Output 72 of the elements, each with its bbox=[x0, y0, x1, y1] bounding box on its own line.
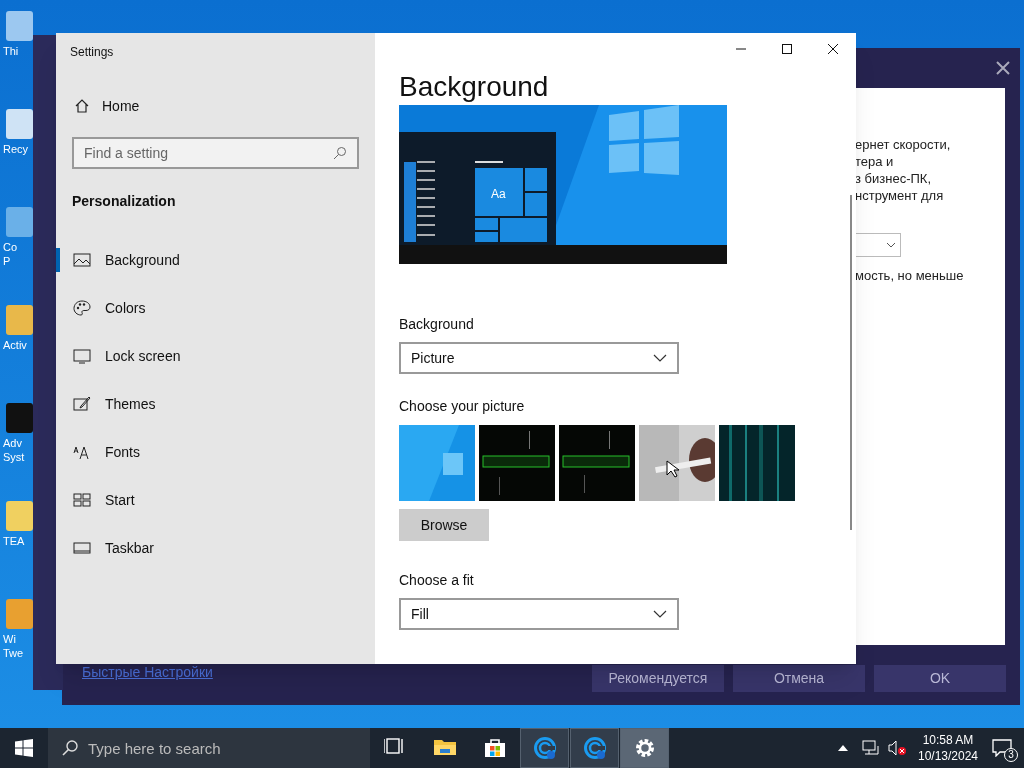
home-nav-item[interactable]: Home bbox=[56, 83, 375, 129]
brush-icon bbox=[73, 396, 91, 412]
search-icon bbox=[62, 740, 78, 756]
search-field[interactable]: Type here to search bbox=[48, 728, 370, 768]
desktop-icon bbox=[3, 498, 33, 534]
nav-item[interactable]: Lock screen bbox=[56, 332, 375, 380]
desktop-icon-label[interactable]: Activ bbox=[3, 338, 27, 352]
desktop-icon-label[interactable]: TEA bbox=[3, 534, 25, 548]
nav-item[interactable]: Fonts bbox=[56, 428, 375, 476]
message-icon bbox=[992, 739, 1012, 757]
desktop-icon bbox=[3, 204, 33, 240]
body-text: нструмент для bbox=[855, 187, 945, 204]
dropdown[interactable]: Fill bbox=[399, 598, 679, 630]
notification-count: 3 bbox=[1004, 748, 1018, 762]
search-icon bbox=[333, 146, 347, 160]
network-icon bbox=[862, 740, 880, 756]
body-text: тера и bbox=[855, 153, 895, 170]
desktop-icon-label[interactable]: Thi bbox=[3, 44, 19, 58]
desktop-icon bbox=[3, 8, 33, 44]
close-icon bbox=[828, 44, 838, 54]
scrollbar[interactable] bbox=[850, 195, 852, 530]
nav-item[interactable]: Themes bbox=[56, 380, 375, 428]
app-c-icon bbox=[533, 737, 556, 759]
desktop-icon-label[interactable]: Recy bbox=[3, 142, 29, 156]
browse-button[interactable]: Browse bbox=[399, 509, 489, 541]
search-field[interactable]: Find a setting bbox=[72, 137, 359, 169]
clock-date: 10/13/2024 bbox=[917, 748, 979, 764]
body-text: мость, но меньше bbox=[855, 267, 965, 284]
close-icon bbox=[996, 61, 1010, 75]
chevron-down-icon bbox=[653, 354, 667, 362]
field-label: Choose your picture bbox=[399, 397, 526, 416]
nav-item[interactable]: Taskbar bbox=[56, 524, 375, 572]
picture-icon bbox=[73, 252, 91, 268]
start-icon bbox=[73, 492, 91, 508]
caret-up-icon bbox=[838, 745, 848, 751]
chevron-down-icon bbox=[886, 242, 896, 248]
body-text: ернет скорости, bbox=[855, 136, 952, 153]
body-text: з бизнес-ПК, bbox=[855, 170, 932, 187]
sample-text: Aa bbox=[491, 186, 506, 203]
muted-speaker-icon bbox=[888, 740, 906, 756]
fonts-icon bbox=[73, 444, 91, 460]
dialog-button[interactable]: Отмена bbox=[733, 665, 865, 692]
desktop-icon-label[interactable]: Adv Syst bbox=[3, 436, 25, 464]
window-title: Settings bbox=[69, 44, 115, 61]
desktop-icon bbox=[3, 400, 33, 436]
desktop-icon bbox=[3, 596, 33, 632]
dialog-button[interactable]: Рекомендуется bbox=[592, 665, 724, 692]
field-label: Background bbox=[399, 315, 475, 334]
app-c-icon bbox=[583, 737, 606, 759]
windows-icon bbox=[15, 739, 33, 757]
clock-time: 10:58 AM bbox=[922, 732, 974, 748]
maximize-icon bbox=[782, 44, 792, 54]
desktop-icon bbox=[3, 302, 33, 338]
nav-item[interactable]: Start bbox=[56, 476, 375, 524]
desktop-icon bbox=[3, 106, 33, 142]
nav-item[interactable]: Colors bbox=[56, 284, 375, 332]
section-heading: Personalization bbox=[71, 192, 177, 211]
shopping-bag-icon bbox=[483, 737, 506, 759]
dialog-button[interactable]: OK bbox=[874, 665, 1006, 692]
palette-icon bbox=[73, 300, 91, 316]
home-icon bbox=[74, 98, 90, 114]
taskbar-button[interactable] bbox=[620, 728, 669, 768]
desktop-icon-label[interactable]: Wi Twe bbox=[3, 632, 24, 660]
notification-button[interactable]: 3 bbox=[980, 728, 1024, 768]
field-label: Choose a fit bbox=[399, 571, 475, 590]
dropdown[interactable]: Picture bbox=[399, 342, 679, 374]
monitor-icon bbox=[73, 348, 91, 364]
taskbar-icon bbox=[73, 540, 91, 556]
gear-icon bbox=[633, 737, 656, 759]
chevron-down-icon bbox=[653, 610, 667, 618]
desktop-icon-label[interactable]: Co P bbox=[3, 240, 18, 268]
page-title: Background bbox=[399, 70, 550, 104]
